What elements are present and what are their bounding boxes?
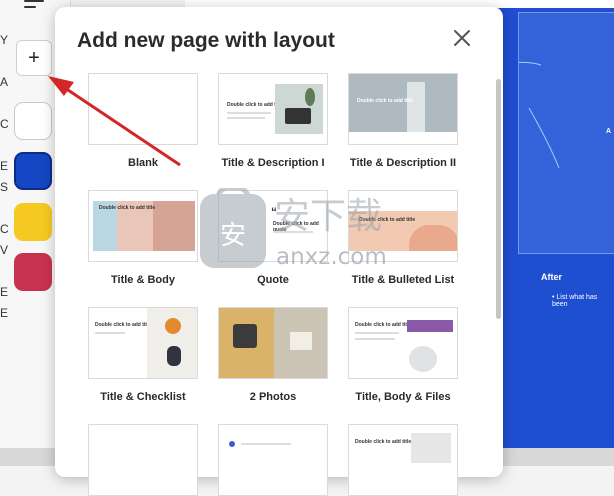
modal-title: Add new page with layout bbox=[77, 29, 335, 52]
tile-file-thumb bbox=[407, 320, 453, 332]
sidebar-edge-letters: Y A C ES CV EE bbox=[0, 30, 9, 324]
layout-tile-title-description-1[interactable]: Double click to add title bbox=[218, 73, 328, 145]
tile-photo-left bbox=[219, 308, 274, 378]
layout-tile-row4-2[interactable] bbox=[218, 424, 328, 496]
swatch-white[interactable] bbox=[14, 102, 52, 140]
layout-label: Quote bbox=[257, 274, 289, 286]
layout-tile-row4-1[interactable] bbox=[88, 424, 198, 496]
layout-label: Title & Body bbox=[111, 274, 175, 286]
slide-after-item-text: List what has been bbox=[552, 294, 598, 308]
tile-preview-title: Double click to add title bbox=[95, 322, 152, 328]
sidebar-edge-letter bbox=[0, 93, 8, 114]
sidebar-edge-letter: Y bbox=[0, 33, 9, 47]
sidebar-edge-letter: A bbox=[0, 75, 9, 89]
sidebar-edge-letter: E bbox=[0, 306, 9, 320]
tile-photo-right bbox=[274, 308, 327, 378]
layout-tile-blank[interactable] bbox=[88, 73, 198, 145]
layout-modal: Add new page with layout Blank Double cl… bbox=[55, 7, 503, 496]
layout-tile-title-body[interactable]: Double click to add title bbox=[88, 190, 198, 262]
slide-deco-text: A bbox=[606, 128, 612, 135]
layout-tile-2-photos[interactable] bbox=[218, 307, 328, 379]
sidebar-edge-letter: C bbox=[0, 117, 9, 131]
tile-photo bbox=[147, 308, 197, 378]
menu-icon[interactable] bbox=[24, 0, 44, 14]
tile-preview-title: Double click to add title bbox=[355, 322, 412, 328]
modal-scrollbar[interactable] bbox=[496, 79, 501, 319]
layout-label: Title & Description II bbox=[349, 157, 457, 169]
sidebar-edge-letter bbox=[0, 51, 8, 72]
swatch-crimson[interactable] bbox=[14, 253, 52, 291]
quote-mark-icon: “ bbox=[271, 205, 277, 219]
layout-label: Title, Body & Files bbox=[355, 391, 451, 403]
tile-preview-title: Double click to add title bbox=[355, 439, 412, 445]
layout-label: Title & Bulleted List bbox=[351, 274, 455, 286]
sidebar-edge-letter: V bbox=[0, 243, 9, 257]
swatch-blue[interactable] bbox=[14, 152, 52, 190]
swatch-yellow[interactable] bbox=[14, 203, 52, 241]
sidebar-edge-letter bbox=[0, 261, 8, 282]
sidebar-edge-letter: S bbox=[0, 180, 9, 194]
sidebar-edge-letter bbox=[0, 135, 8, 156]
tile-photo bbox=[275, 84, 323, 134]
layout-tile-title-checklist[interactable]: Double click to add title bbox=[88, 307, 198, 379]
tile-preview-title: Double click to add title bbox=[359, 217, 416, 223]
layout-label: Blank bbox=[128, 157, 158, 169]
slide-preview[interactable] bbox=[518, 12, 614, 254]
slide-after-item: • List what has been bbox=[552, 294, 598, 308]
watermark-text: anxz.com bbox=[276, 244, 387, 270]
tile-preview-title: Double click to add title bbox=[357, 98, 414, 104]
sidebar-edge-letter: E bbox=[0, 159, 9, 173]
layout-tile-title-description-2[interactable]: Double click to add title bbox=[348, 73, 458, 145]
layout-tile-row4-3[interactable]: Double click to add title bbox=[348, 424, 458, 496]
add-page-button[interactable]: + bbox=[16, 40, 52, 76]
tile-preview-title: Double click to add title bbox=[99, 205, 156, 211]
slide-curve-lines bbox=[519, 61, 560, 169]
close-icon[interactable] bbox=[451, 27, 473, 49]
tile-clock-photo bbox=[409, 346, 437, 372]
sidebar-edge-letter bbox=[0, 198, 8, 219]
slide-after-title: After bbox=[541, 272, 563, 282]
sidebar-edge-letter: C bbox=[0, 222, 9, 236]
sidebar-edge-letter: E bbox=[0, 285, 9, 299]
layout-label: 2 Photos bbox=[249, 391, 297, 403]
layout-tile-title-body-files[interactable]: Double click to add title bbox=[348, 307, 458, 379]
layout-label: Title & Description I bbox=[221, 157, 325, 169]
layout-label: Title & Checklist bbox=[100, 391, 186, 403]
